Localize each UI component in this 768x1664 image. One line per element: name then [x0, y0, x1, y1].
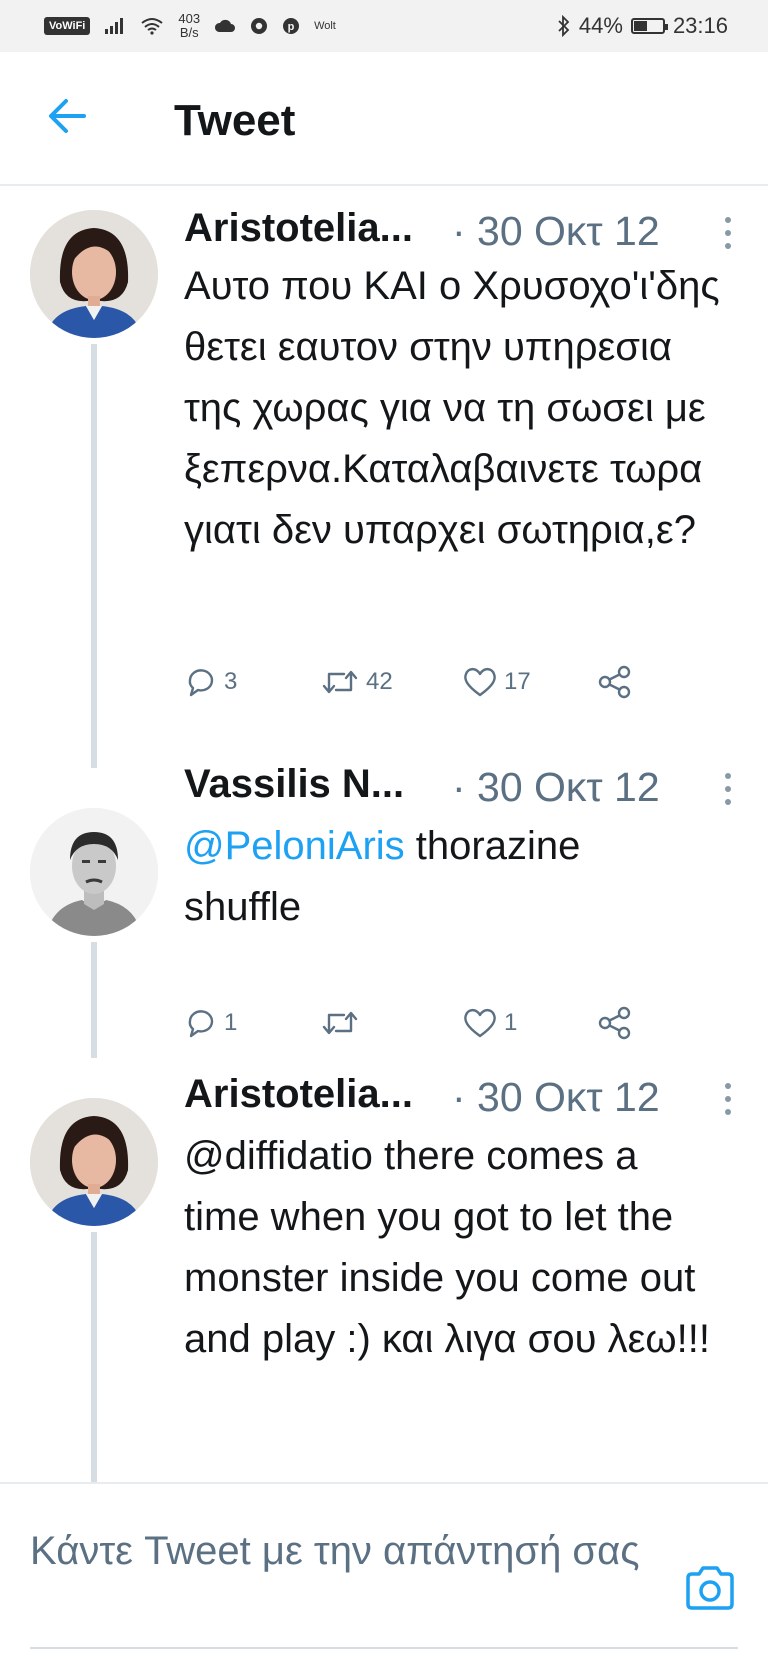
reply-icon [188, 1010, 214, 1038]
reply-button[interactable]: 3 [184, 665, 237, 699]
status-bar: VoWiFi 403 B/s p Wolt 44% 23:16 [0, 0, 768, 52]
battery-level [633, 21, 648, 31]
more-options-icon[interactable] [724, 1082, 732, 1116]
tweet-header: Aristotelia... · 30 Οκτ 12 [184, 206, 738, 256]
reply-button[interactable]: 1 [184, 1006, 237, 1040]
wifi-icon [141, 18, 163, 35]
like-count: 1 [504, 1009, 518, 1036]
retweet-button[interactable]: 42 [320, 665, 393, 699]
clock: 23:16 [672, 13, 728, 38]
tweet-date: · 30 Οκτ 12 [452, 1074, 660, 1120]
tweet-header: Vassilis N... · 30 Οκτ 12 [184, 762, 738, 812]
more-options-icon[interactable] [724, 772, 732, 806]
retweet-icon [322, 1011, 358, 1035]
speed-unit: B/s [179, 25, 199, 40]
like-button[interactable]: 17 [462, 665, 531, 699]
like-button[interactable]: 1 [462, 1006, 517, 1040]
page-title: Tweet [174, 96, 296, 145]
top-app-bar: Tweet [0, 52, 768, 186]
tweet-text: Αυτο που ΚΑΙ ο Χρυσοχο'ι'δης θετει εαυτο… [184, 264, 720, 552]
status-left: VoWiFi 403 B/s p Wolt [44, 12, 336, 40]
thread-line [91, 942, 97, 1058]
share-icon [598, 665, 631, 699]
thread-line [91, 344, 97, 768]
wolt-icon: Wolt [314, 20, 336, 32]
mention-link[interactable]: @PeloniAris [184, 824, 405, 868]
reply-icon [188, 669, 214, 697]
thread-line [91, 1232, 97, 1482]
battery-icon [630, 18, 668, 34]
input-underline [30, 1647, 738, 1649]
share-button[interactable] [596, 1006, 634, 1040]
woman-portrait [30, 1098, 158, 1226]
camera-icon[interactable] [682, 1560, 738, 1616]
reply-count: 3 [224, 668, 238, 695]
tweet-date: · 30 Οκτ 12 [452, 764, 660, 810]
heart-icon [464, 1008, 496, 1038]
battery-percent: 44% [578, 13, 623, 38]
author-name[interactable]: Aristotelia... [184, 206, 413, 251]
retweet-button[interactable] [320, 1006, 366, 1040]
author-name[interactable]: Aristotelia... [184, 1072, 413, 1117]
tweet-text: @PeloniAris thorazine shuffle [184, 816, 654, 938]
status-right: 44% 23:16 [557, 13, 728, 39]
retweet-count: 42 [366, 668, 393, 695]
avatar[interactable] [30, 808, 158, 936]
signal-icon [105, 18, 124, 34]
tweet-text: @diffidatio there comes a time when you … [184, 1134, 710, 1361]
avatar[interactable] [30, 210, 158, 338]
tweet-actions: 1 1 [184, 1006, 674, 1056]
cloud-icon [215, 19, 236, 32]
reply-count: 1 [224, 1009, 238, 1036]
reply-composer[interactable]: Κάντε Tweet με την απάντησή σας [0, 1482, 768, 1664]
bluetooth-icon [558, 15, 570, 37]
woman-portrait [30, 210, 158, 338]
pinterest-icon: p [283, 18, 300, 34]
tweet-2[interactable]: Vassilis N... · 30 Οκτ 12 @PeloniAris th… [0, 762, 768, 1058]
reply-input[interactable]: Κάντε Tweet με την απάντησή σας [30, 1524, 670, 1578]
vowifi-badge: VoWiFi [44, 17, 91, 35]
share-icon [598, 1006, 631, 1040]
tweet-3[interactable]: Aristotelia... · 30 Οκτ 12 @diffidatio t… [0, 1058, 768, 1482]
tweet-date: · 30 Οκτ 12 [452, 208, 660, 254]
network-speed: 403 B/s [178, 12, 200, 40]
like-count: 17 [504, 668, 531, 695]
tweet-1[interactable]: Aristotelia... · 30 Οκτ 12 Αυτο που ΚΑΙ … [0, 186, 768, 768]
tweet-header: Aristotelia... · 30 Οκτ 12 [184, 1072, 738, 1122]
heart-icon [464, 667, 496, 697]
man-portrait [30, 808, 158, 936]
tweet-actions: 3 42 17 [184, 665, 674, 715]
more-options-icon[interactable] [724, 216, 732, 250]
avatar[interactable] [30, 1098, 158, 1226]
back-arrow-icon[interactable] [44, 92, 92, 140]
chrome-icon [251, 18, 268, 34]
speed-value: 403 [178, 11, 201, 26]
retweet-icon [322, 670, 358, 694]
author-name[interactable]: Vassilis N... [184, 762, 404, 807]
svg-text:p: p [288, 21, 295, 33]
share-button[interactable] [596, 665, 634, 699]
